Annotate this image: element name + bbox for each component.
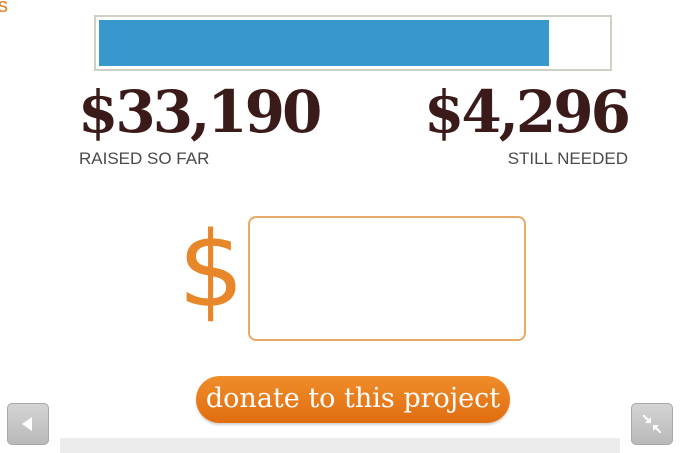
dollar-sign-icon: $ [178,209,245,331]
raised-amount: $33,190 [78,78,322,146]
funding-progress-bar [94,15,612,71]
needed-label: STILL NEEDED [507,149,628,168]
needed-amount: $4,296 [424,78,631,146]
back-button[interactable] [7,403,49,445]
edge-text-fragment: s [0,0,8,17]
raised-label: RAISED SO FAR [79,149,210,168]
collapse-button[interactable] [631,403,673,445]
donation-amount-input[interactable] [248,216,526,341]
bottom-bar [60,438,620,453]
donation-widget: s $33,190 RAISED SO FAR $4,296 STILL NEE… [0,0,680,453]
collapse-arrows-icon [642,414,662,434]
donate-button[interactable]: donate to this project [196,376,510,423]
triangle-left-icon [22,417,32,431]
funding-progress-fill [99,20,549,66]
